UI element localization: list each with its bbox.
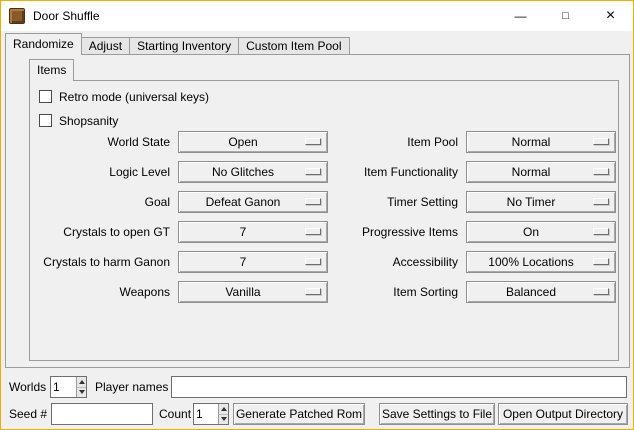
worlds-label: Worlds <box>9 376 46 398</box>
shopsanity-label: Shopsanity <box>59 114 118 128</box>
count-spin-up-icon[interactable] <box>219 404 228 415</box>
dropdown-indicator-icon <box>593 138 609 145</box>
count-spinbox[interactable] <box>193 403 229 425</box>
worlds-spinbox[interactable] <box>50 376 87 398</box>
world-state-value: Open <box>228 135 277 149</box>
item-sorting-label: Item Sorting <box>334 285 460 299</box>
close-icon: × <box>606 8 615 24</box>
player-names-input[interactable] <box>171 376 627 398</box>
item-functionality-value: Normal <box>512 165 571 179</box>
seed-label: Seed # <box>9 403 47 425</box>
dropdown-indicator-icon <box>305 288 321 295</box>
weapons-value: Vanilla <box>225 285 280 299</box>
worlds-spin-up-icon[interactable] <box>77 377 86 388</box>
item-pool-label: Item Pool <box>334 135 460 149</box>
close-button[interactable]: × <box>588 1 633 31</box>
worlds-spin-down-icon[interactable] <box>77 388 86 398</box>
items-tab-panel: Retro mode (universal keys) Shopsanity W… <box>29 80 619 361</box>
goal-label: Goal <box>34 195 172 209</box>
player-names-label: Player names <box>95 376 168 398</box>
accessibility-dropdown[interactable]: 100% Locations <box>466 251 616 273</box>
dropdown-indicator-icon <box>305 228 321 235</box>
dropdown-indicator-icon <box>593 228 609 235</box>
crystals-open-gt-value: 7 <box>240 225 267 239</box>
item-functionality-label: Item Functionality <box>334 165 460 179</box>
progressive-items-value: On <box>523 225 559 239</box>
open-output-directory-button[interactable]: Open Output Directory <box>498 403 628 425</box>
dropdown-indicator-icon <box>593 168 609 175</box>
save-settings-button[interactable]: Save Settings to File <box>379 403 495 425</box>
dropdown-indicator-icon <box>305 138 321 145</box>
crystals-harm-ganon-value: 7 <box>240 255 267 269</box>
item-sorting-dropdown[interactable]: Balanced <box>466 281 616 303</box>
retro-mode-checkbox-row[interactable]: Retro mode (universal keys) <box>39 88 209 105</box>
retro-mode-label: Retro mode (universal keys) <box>59 90 209 104</box>
dropdown-indicator-icon <box>305 168 321 175</box>
maximize-icon: □ <box>562 11 569 22</box>
shopsanity-checkbox[interactable] <box>39 114 52 127</box>
tab-custom-item-pool[interactable]: Custom Item Pool <box>238 37 349 54</box>
item-sorting-value: Balanced <box>506 285 576 299</box>
timer-setting-dropdown[interactable]: No Timer <box>466 191 616 213</box>
app-window: Door Shuffle — □ × Randomize Adjust Star… <box>0 0 634 430</box>
dropdown-indicator-icon <box>305 198 321 205</box>
weapons-dropdown[interactable]: Vanilla <box>178 281 328 303</box>
titlebar: Door Shuffle — □ × <box>1 1 633 31</box>
item-functionality-dropdown[interactable]: Normal <box>466 161 616 183</box>
item-pool-value: Normal <box>512 135 571 149</box>
retro-mode-checkbox[interactable] <box>39 90 52 103</box>
tab-starting-inventory[interactable]: Starting Inventory <box>129 37 239 54</box>
worlds-spinbox-input[interactable] <box>51 377 76 397</box>
tab-items[interactable]: Items <box>29 59 74 81</box>
dropdown-indicator-icon <box>305 258 321 265</box>
dropdown-indicator-icon <box>593 258 609 265</box>
accessibility-value: 100% Locations <box>488 255 593 269</box>
logic-level-dropdown[interactable]: No Glitches <box>178 161 328 183</box>
generate-patched-rom-button[interactable]: Generate Patched Rom <box>233 403 365 425</box>
minimize-icon: — <box>515 10 527 22</box>
goal-dropdown[interactable]: Defeat Ganon <box>178 191 328 213</box>
weapons-label: Weapons <box>34 285 172 299</box>
crystals-open-gt-label: Crystals to open GT <box>34 225 172 239</box>
window-title: Door Shuffle <box>33 9 498 23</box>
goal-value: Defeat Ganon <box>206 195 301 209</box>
options-grid: World State Open Item Pool Normal Logic … <box>34 127 616 307</box>
count-spinbox-input[interactable] <box>194 404 218 424</box>
tab-adjust[interactable]: Adjust <box>81 37 130 54</box>
minimize-button[interactable]: — <box>498 1 543 31</box>
dropdown-indicator-icon <box>593 288 609 295</box>
app-icon <box>9 8 25 24</box>
world-state-label: World State <box>34 135 172 149</box>
world-state-dropdown[interactable]: Open <box>178 131 328 153</box>
count-label: Count <box>159 403 191 425</box>
timer-setting-value: No Timer <box>507 195 576 209</box>
timer-setting-label: Timer Setting <box>334 195 460 209</box>
count-spin-down-icon[interactable] <box>219 415 228 425</box>
maximize-button[interactable]: □ <box>543 1 588 31</box>
window-controls: — □ × <box>498 1 633 31</box>
logic-level-label: Logic Level <box>34 165 172 179</box>
tab-randomize[interactable]: Randomize <box>5 33 82 55</box>
dropdown-indicator-icon <box>593 198 609 205</box>
accessibility-label: Accessibility <box>334 255 460 269</box>
outer-tabstrip: Randomize Adjust Starting Inventory Cust… <box>5 33 350 55</box>
seed-input[interactable] <box>51 403 153 425</box>
crystals-harm-ganon-dropdown[interactable]: 7 <box>178 251 328 273</box>
progressive-items-label: Progressive Items <box>334 225 460 239</box>
crystals-open-gt-dropdown[interactable]: 7 <box>178 221 328 243</box>
progressive-items-dropdown[interactable]: On <box>466 221 616 243</box>
crystals-harm-ganon-label: Crystals to harm Ganon <box>34 255 172 269</box>
item-pool-dropdown[interactable]: Normal <box>466 131 616 153</box>
logic-level-value: No Glitches <box>212 165 294 179</box>
